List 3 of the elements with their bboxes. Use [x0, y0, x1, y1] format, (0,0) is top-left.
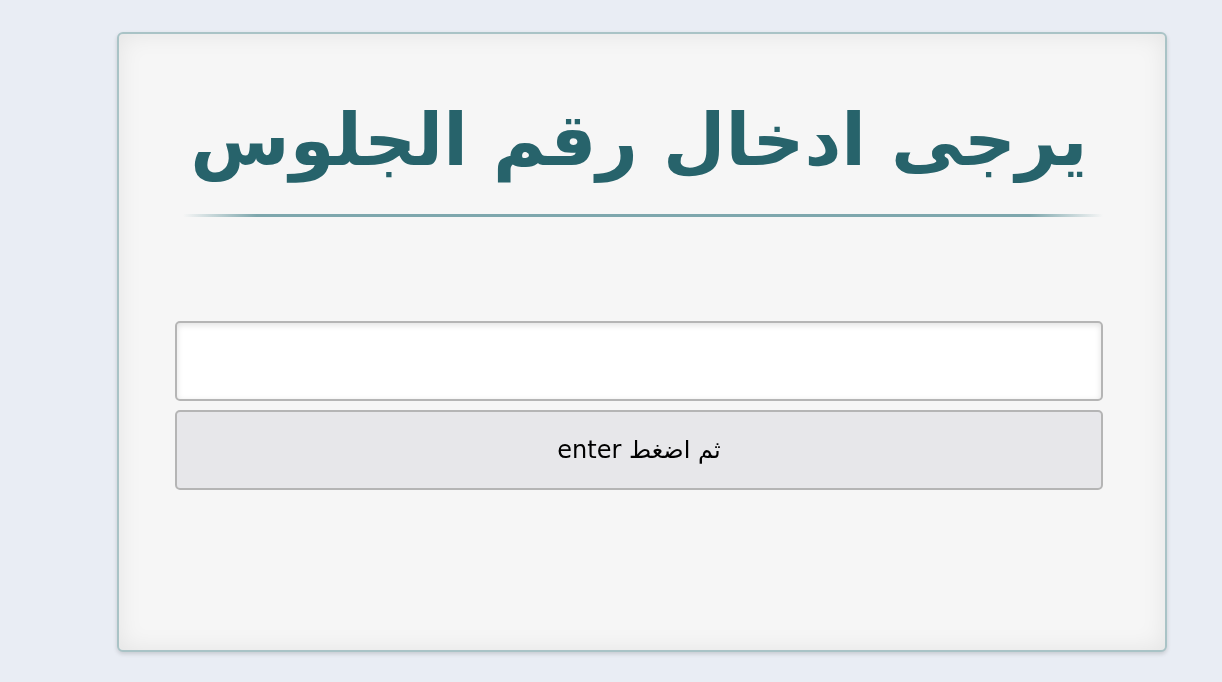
submit-button[interactable]: ثم اضغط enter — [175, 410, 1103, 490]
input-field[interactable] — [175, 321, 1103, 401]
page-title: يرجى ادخال رقم الجلوس — [189, 97, 1089, 185]
